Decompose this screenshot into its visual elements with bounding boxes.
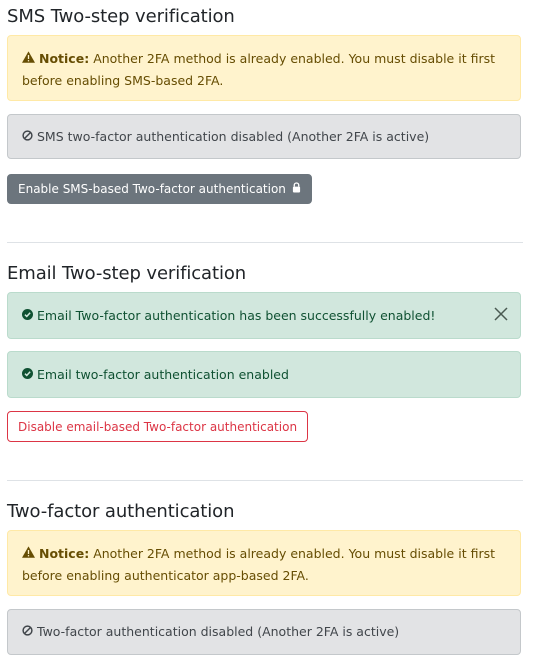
- close-icon[interactable]: [493, 306, 509, 322]
- disable-email-2fa-button[interactable]: Disable email-based Two-factor authentic…: [7, 411, 309, 442]
- app-status-alert: Two-factor authentication disabled (Anot…: [7, 609, 521, 655]
- email-status-text: Email two-factor authentication enabled: [37, 367, 289, 382]
- warning-icon: [22, 48, 35, 69]
- email-success-alert: Email Two-factor authentication has been…: [7, 292, 521, 339]
- app-notice-alert: Notice: Another 2FA method is already en…: [7, 530, 521, 596]
- section-divider: [7, 480, 523, 481]
- notice-text: Another 2FA method is already enabled. Y…: [22, 546, 495, 583]
- two-factor-settings: SMS Two-step verification Notice: Anothe…: [0, 0, 557, 665]
- sms-notice-alert: Notice: Another 2FA method is already en…: [7, 35, 521, 101]
- app-section-heading: Two-factor authentication: [7, 501, 235, 522]
- check-circle-icon: [22, 364, 33, 385]
- app-status-text: Two-factor authentication disabled (Anot…: [37, 624, 400, 639]
- enable-sms-2fa-button[interactable]: Enable SMS-based Two-factor authenticati…: [7, 174, 312, 204]
- notice-text: Another 2FA method is already enabled. Y…: [22, 51, 495, 88]
- warning-icon: [22, 543, 35, 564]
- email-success-text: Email Two-factor authentication has been…: [37, 308, 436, 323]
- email-status-alert: Email two-factor authentication enabled: [7, 351, 521, 398]
- check-circle-icon: [22, 305, 33, 326]
- sms-status-alert: SMS two-factor authentication disabled (…: [7, 114, 521, 159]
- notice-label: Notice:: [39, 51, 90, 66]
- ban-icon: [22, 126, 33, 147]
- notice-label: Notice:: [39, 546, 90, 561]
- section-divider: [7, 242, 523, 243]
- ban-icon: [22, 621, 33, 642]
- lock-icon: [292, 182, 301, 196]
- enable-sms-2fa-label: Enable SMS-based Two-factor authenticati…: [18, 182, 286, 196]
- sms-status-text: SMS two-factor authentication disabled (…: [37, 129, 430, 144]
- email-section-heading: Email Two-step verification: [7, 263, 247, 284]
- sms-section-heading: SMS Two-step verification: [7, 6, 235, 27]
